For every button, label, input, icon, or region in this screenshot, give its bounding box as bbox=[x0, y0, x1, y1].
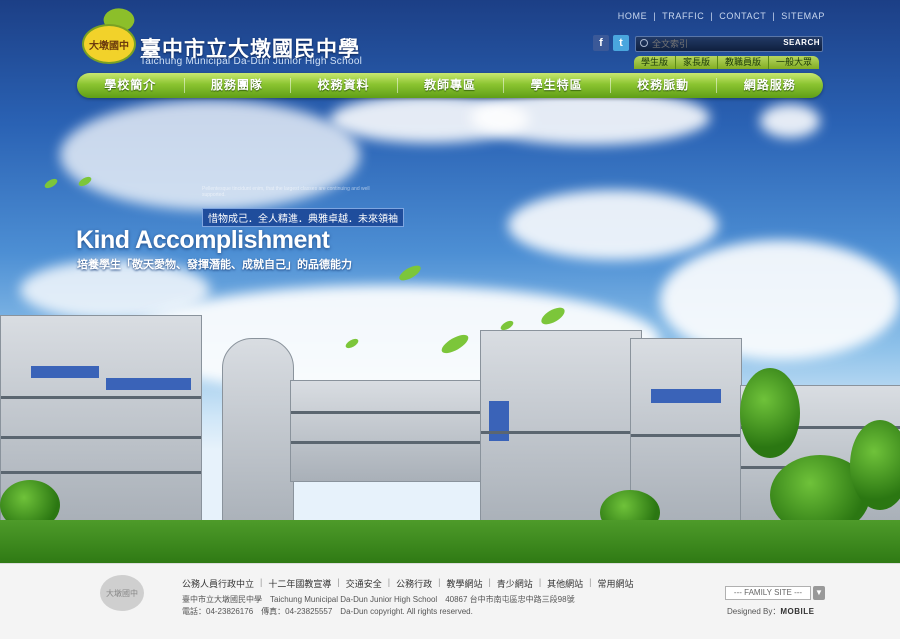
cloud bbox=[760, 104, 820, 138]
tab-student[interactable]: 學生版 bbox=[634, 56, 677, 69]
search-box: SEARCH bbox=[635, 36, 823, 52]
footer-links: 公務人員行政中立 | 十二年國教宣導 | 交通安全 | 公務行政 | 教學網站 | 青少網… bbox=[182, 577, 634, 590]
center-building bbox=[290, 380, 482, 482]
top-link-traffic[interactable]: TRAFFIC bbox=[662, 11, 704, 21]
leaf-icon bbox=[43, 176, 59, 191]
footer-link[interactable]: 其他網站 bbox=[547, 577, 583, 590]
hero-title: Kind Accomplishment bbox=[76, 226, 330, 254]
social-links: f t bbox=[593, 35, 629, 51]
footer-link[interactable]: 公務人員行政中立 bbox=[182, 577, 254, 590]
motto-tag: 惜物成己．全人精進．典雅卓越．未來領袖 bbox=[202, 208, 404, 227]
search-input[interactable] bbox=[640, 37, 786, 51]
tab-staff[interactable]: 教職員版 bbox=[718, 56, 770, 69]
chevron-down-icon[interactable]: ▼ bbox=[813, 586, 825, 600]
footer-link[interactable]: 交通安全 bbox=[346, 577, 382, 590]
cloud bbox=[470, 90, 710, 145]
footer-address: 臺中市立大墩國民中學 Taichung Municipal Da-Dun Jun… bbox=[182, 595, 575, 604]
tower-building bbox=[222, 338, 294, 530]
nav-item-teachers[interactable]: 教師專區 bbox=[396, 73, 504, 98]
footer: 大墩國中 公務人員行政中立 | 十二年國教宣導 | 交通安全 | 公務行政 | 教學網站… bbox=[0, 563, 900, 639]
lawn bbox=[0, 520, 900, 563]
top-links: HOME | TRAFFIC | CONTACT | SITEMAP bbox=[617, 11, 825, 21]
search-button[interactable]: SEARCH bbox=[783, 38, 820, 47]
top-link-home[interactable]: HOME bbox=[618, 11, 647, 21]
facebook-icon[interactable]: f bbox=[593, 35, 609, 51]
footer-info: 臺中市立大墩國民中學 Taichung Municipal Da-Dun Jun… bbox=[182, 594, 575, 618]
footer-link[interactable]: 十二年國教宣導 bbox=[268, 577, 331, 590]
top-link-contact[interactable]: CONTACT bbox=[719, 11, 766, 21]
nav-item-team[interactable]: 服務團隊 bbox=[183, 73, 291, 98]
footer-link[interactable]: 教學網站 bbox=[446, 577, 482, 590]
cloud bbox=[508, 190, 718, 260]
top-link-sitemap[interactable]: SITEMAP bbox=[781, 11, 825, 21]
footer-contact: 電話：04-23826176 傳真：04-23825557 Da-Dun cop… bbox=[182, 607, 473, 616]
fine-print: Pellentesque tincidunt enim, that the la… bbox=[202, 186, 370, 198]
school-logo[interactable]: 大墩國中 bbox=[78, 3, 138, 66]
footer-logo: 大墩國中 bbox=[100, 575, 144, 611]
audience-tabs: 學生版 家長版 教職員版 一般大眾 bbox=[634, 56, 820, 69]
tab-parent[interactable]: 家長版 bbox=[676, 56, 719, 69]
twitter-icon[interactable]: t bbox=[613, 35, 629, 51]
logo-badge: 大墩國中 bbox=[82, 24, 136, 64]
nav-item-news[interactable]: 校務脈動 bbox=[609, 73, 717, 98]
main-nav: 學校簡介 服務團隊 校務資料 教師專區 學生特區 校務脈動 網路服務 bbox=[77, 73, 823, 98]
footer-link[interactable]: 青少網站 bbox=[497, 577, 533, 590]
family-site-select[interactable]: --- FAMILY SITE --- bbox=[725, 586, 811, 600]
nav-item-about[interactable]: 學校簡介 bbox=[77, 73, 184, 98]
school-name-en: Taichung Municipal Da-Dun Junior High Sc… bbox=[140, 56, 363, 67]
leaf-icon bbox=[397, 262, 423, 284]
designed-by-label: Designed By： bbox=[727, 607, 781, 616]
footer-link[interactable]: 公務行政 bbox=[396, 577, 432, 590]
tab-public[interactable]: 一般大眾 bbox=[769, 56, 820, 69]
tree bbox=[740, 368, 800, 458]
nav-item-affairs[interactable]: 校務資料 bbox=[290, 73, 397, 98]
designer-logo[interactable]: MOBILE bbox=[780, 607, 814, 616]
hero-subtitle: 培養學生「敬天愛物、發揮潛能、成就自己」的品德能力 bbox=[77, 259, 352, 271]
nav-item-students[interactable]: 學生特區 bbox=[503, 73, 610, 98]
footer-link[interactable]: 常用網站 bbox=[598, 577, 634, 590]
designed-by: Designed By：MOBILE bbox=[727, 606, 814, 617]
nav-item-network[interactable]: 網路服務 bbox=[716, 73, 823, 98]
